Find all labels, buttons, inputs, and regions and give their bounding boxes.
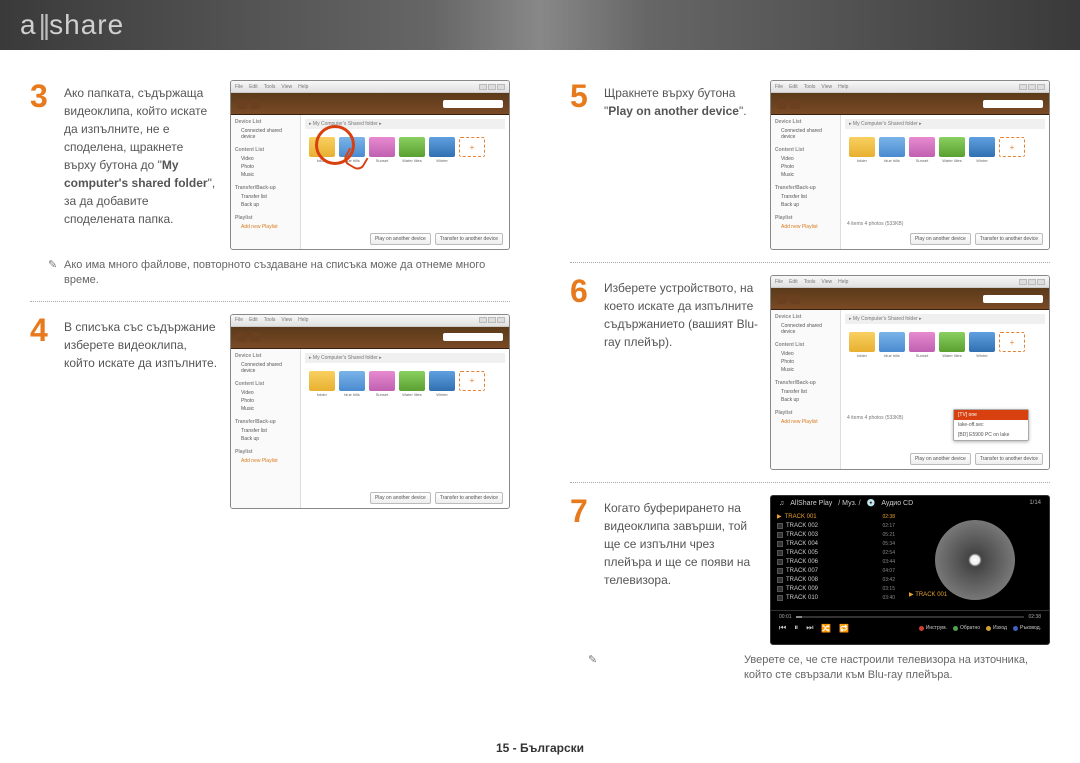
legend: Инструм. Обратно Изход Ръковод. <box>919 625 1041 631</box>
page: a||share 3 Ако папката, съдържаща видеок… <box>0 0 1080 763</box>
step-number: 6 <box>570 275 592 470</box>
screenshot-step7-player: ♫ AllShare Play / Муз. / 💿 Аудио CD 1/14… <box>770 495 1050 645</box>
track-row[interactable]: TRACK 00502:54 <box>777 548 895 557</box>
step-text: В списъка със съдържание изберете видеок… <box>64 314 218 509</box>
step-text: Когато буферирането на видеоклипа завърш… <box>604 495 758 645</box>
device-popup[interactable]: [TV] one lake-off.sec [BD] E5900 PC on l… <box>953 409 1029 441</box>
step-number: 7 <box>570 495 592 645</box>
track-row[interactable]: TRACK 00405:34 <box>777 539 895 548</box>
time-current: 00:01 <box>779 614 792 620</box>
step-number: 3 <box>30 80 52 250</box>
disc-art: TRACK 001 <box>901 510 1049 610</box>
step-3: 3 Ако папката, съдържаща видеоклипа, кой… <box>30 80 510 250</box>
track-row[interactable]: TRACK 01003:40 <box>777 593 895 602</box>
time-total: 02:38 <box>1028 614 1041 620</box>
step-text: Изберете устройството, на което искате д… <box>604 275 758 470</box>
step-7: 7 Когато буферирането на видеоклипа завъ… <box>570 495 1050 645</box>
track-row[interactable]: TRACK 00903:15 <box>777 584 895 593</box>
right-column: 5 Щракнете върху бутона "Play on another… <box>540 60 1080 733</box>
step-4: 4 В списъка със съдържание изберете виде… <box>30 314 510 509</box>
content: 3 Ако папката, съдържаща видеоклипа, кой… <box>0 60 1080 733</box>
left-column: 3 Ако папката, съдържаща видеоклипа, кой… <box>0 60 540 733</box>
screenshot-step6: FileEditToolsViewHelp Device ListConnect… <box>770 275 1050 470</box>
progress-bar[interactable] <box>796 616 1025 618</box>
screenshot-step5: FileEditToolsViewHelp Device ListConnect… <box>770 80 1050 250</box>
play-button[interactable]: Play on another device <box>370 233 431 245</box>
track-row[interactable]: ▶TRACK 00102:38 <box>777 512 895 521</box>
track-row[interactable]: TRACK 00803:42 <box>777 575 895 584</box>
step-number: 5 <box>570 80 592 250</box>
step-text: Ако папката, съдържаща видеоклипа, който… <box>64 80 218 250</box>
divider <box>570 482 1050 483</box>
repeat-icon[interactable]: 🔁 <box>839 624 849 633</box>
window-buttons <box>479 84 505 90</box>
divider <box>30 301 510 302</box>
text: Ако папката, съдържаща видеоклипа, който… <box>64 86 207 172</box>
pause-icon[interactable]: ⏸ <box>794 623 798 633</box>
track-row[interactable]: TRACK 00305:21 <box>777 530 895 539</box>
now-playing: TRACK 001 <box>909 591 947 598</box>
selection-info: 4 items 4 photos (533KB) <box>847 221 903 227</box>
track-row[interactable]: TRACK 00704:07 <box>777 566 895 575</box>
note-step7: Уверете се, че сте настроили телевизора … <box>570 653 1050 684</box>
track-list: ▶TRACK 00102:38 TRACK 00202:17 TRACK 003… <box>771 510 901 610</box>
logo: a||share <box>20 9 124 41</box>
track-row[interactable]: TRACK 00202:17 <box>777 521 895 530</box>
sidebar: Device ListConnected shared device Conte… <box>231 115 301 249</box>
shuffle-icon[interactable]: 🔀 <box>821 624 831 633</box>
screenshot-step3: FileEditToolsViewHelp Device ListConnect… <box>230 80 510 250</box>
page-footer: 15 - Български <box>0 741 1080 755</box>
track-row[interactable]: TRACK 00603:44 <box>777 557 895 566</box>
transfer-button[interactable]: Transfer to another device <box>435 233 503 245</box>
step-number: 4 <box>30 314 52 509</box>
divider <box>570 262 1050 263</box>
window-titlebar: FileEditToolsViewHelp <box>231 81 509 93</box>
header-bar: a||share <box>0 0 1080 50</box>
highlight-circle-icon <box>315 125 355 165</box>
prev-icon[interactable]: ⏮ <box>779 623 786 633</box>
player-controls: 00:01 02:38 ⏮ ⏸ ⏭ 🔀 🔁 Инструм. <box>771 610 1049 638</box>
toolbar <box>231 93 509 115</box>
step-5: 5 Щракнете върху бутона "Play on another… <box>570 80 1050 250</box>
note-step3: Ако има много файлове, повторното създав… <box>30 258 510 289</box>
disc-icon <box>935 520 1015 600</box>
next-icon[interactable]: ⏭ <box>806 623 813 633</box>
step-6: 6 Изберете устройството, на което искате… <box>570 275 1050 470</box>
player-breadcrumb: ♫ AllShare Play / Муз. / 💿 Аудио CD 1/14 <box>771 496 1049 510</box>
screenshot-step4: FileEditToolsViewHelp Device ListConnect… <box>230 314 510 509</box>
step-text: Щракнете върху бутона "Play on another d… <box>604 80 758 250</box>
